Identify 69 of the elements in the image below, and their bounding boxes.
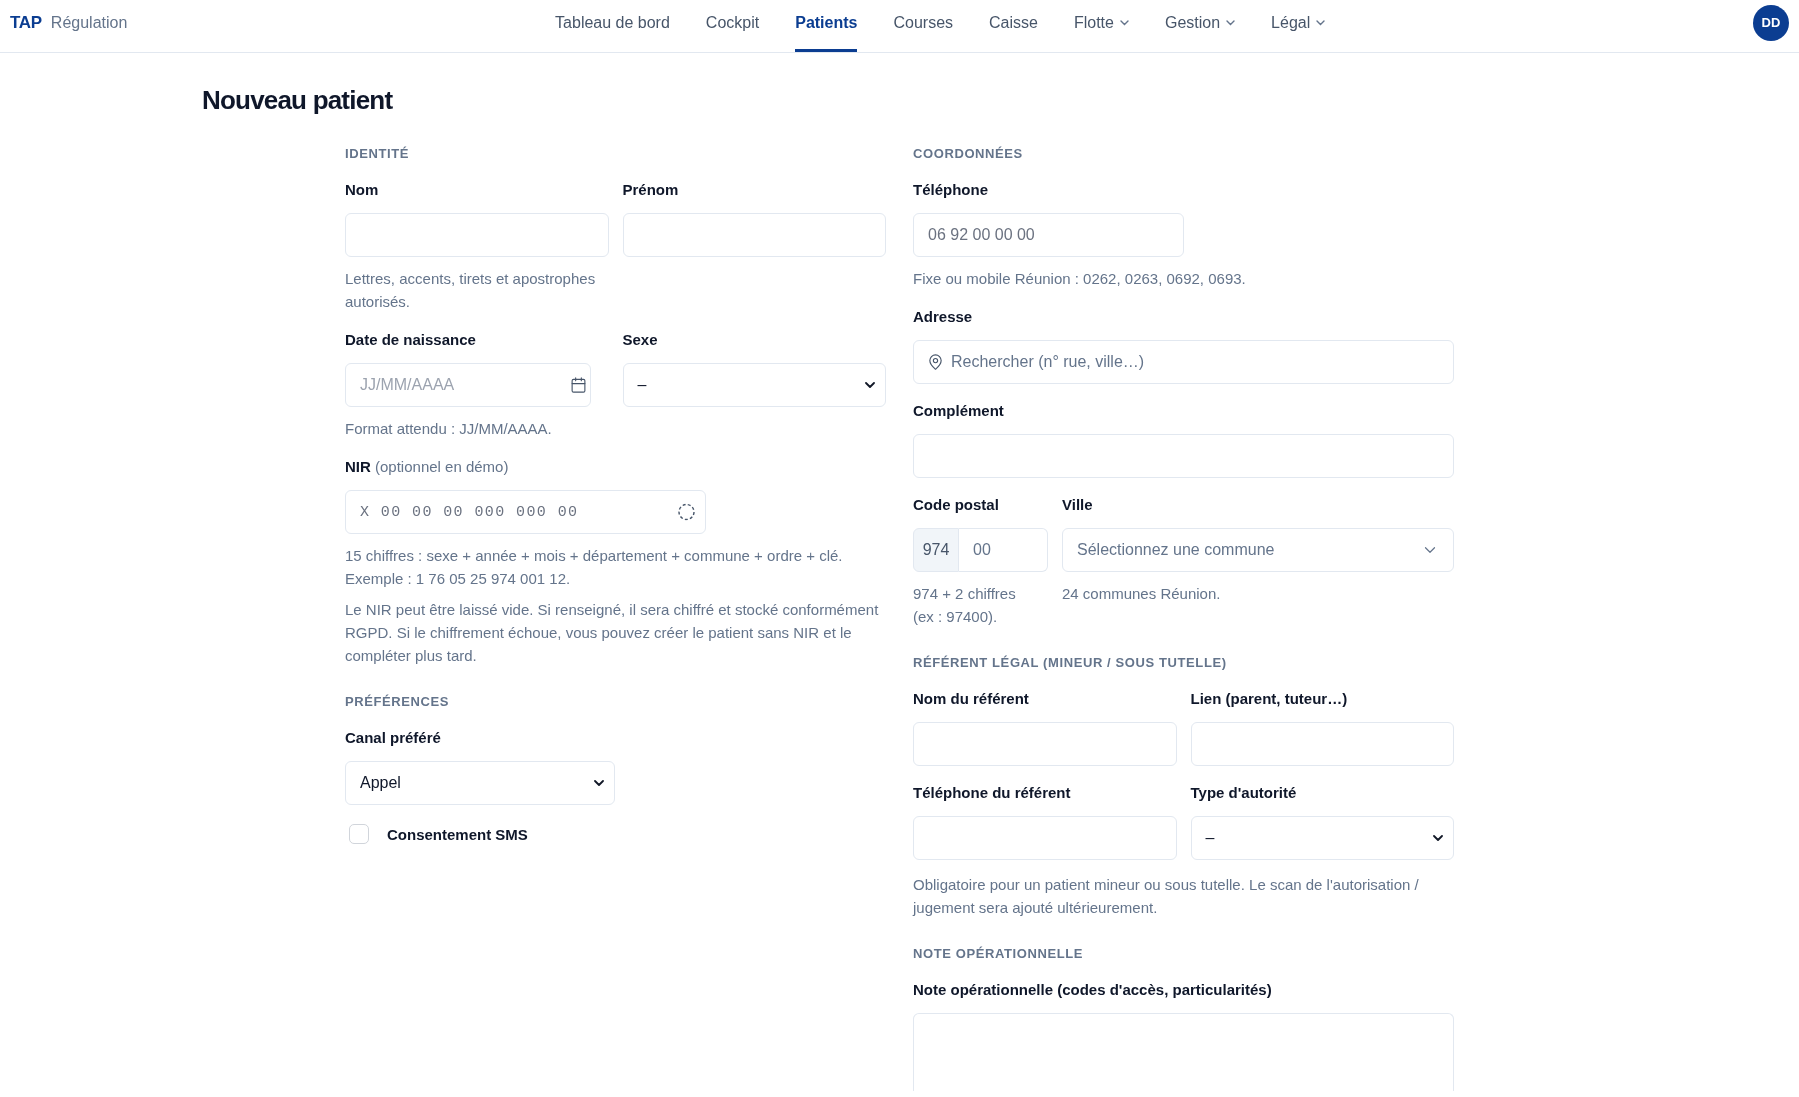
text-input[interactable]	[1190, 722, 1454, 766]
user-avatar[interactable]: DD	[1753, 4, 1789, 41]
help-text: Lettres, accents, tirets et apostrophes autorisés.	[345, 269, 597, 312]
select-dropdown[interactable]: Appel	[345, 761, 615, 805]
nav-tab[interactable]: Caisse	[989, 0, 1038, 52]
nav-tab[interactable]: Gestion	[1164, 0, 1236, 52]
section-heading: PRÉFÉRENCES	[345, 694, 450, 710]
brand-name: TAP	[10, 12, 42, 33]
chevron-down-icon	[1316, 19, 1326, 26]
field-label: Téléphone du référent	[913, 783, 1071, 803]
postal-code-input[interactable]: 00	[959, 528, 1048, 572]
checkbox[interactable]	[349, 824, 369, 844]
dashed-circle-icon	[678, 503, 695, 521]
address-search-input[interactable]: Rechercher (n° rue, ville…)	[913, 340, 1454, 384]
field-label: Nom	[345, 180, 379, 200]
brand-subtitle: Régulation	[50, 13, 128, 32]
section-heading: NOTE OPÉRATIONNELLE	[913, 946, 1084, 962]
section-heading: IDENTITÉ	[345, 146, 410, 162]
date-input[interactable]: JJ/MM/AAAA	[345, 363, 591, 407]
section-heading: RÉFÉRENT LÉGAL (MINEUR / SOUS TUTELLE)	[913, 655, 1227, 671]
field-label: Téléphone	[913, 180, 988, 200]
nav-tab[interactable]: Patients	[795, 0, 858, 52]
text-input[interactable]	[345, 213, 609, 257]
field-label: Complément	[913, 401, 1004, 421]
nav-tab[interactable]: Courses	[893, 0, 954, 52]
field-label: Lien (parent, tuteur…)	[1190, 689, 1348, 709]
nav-tab[interactable]: Flotte	[1073, 0, 1129, 52]
field-label: NIR (optionnel en démo)	[345, 457, 509, 477]
chevron-down-icon	[594, 780, 604, 786]
select-dropdown[interactable]: –	[1190, 816, 1454, 860]
help-text: 24 communes Réunion.	[1062, 584, 1221, 604]
checkbox-label: Consentement SMS	[387, 825, 528, 843]
field-label: Type d'autorité	[1190, 783, 1297, 803]
chevron-down-icon	[1119, 19, 1129, 26]
page-title: Nouveau patient	[202, 84, 393, 116]
text-input[interactable]	[913, 722, 1177, 766]
help-text: 15 chiffres : sexe + année + mois + département + commune + ordre + clé. Exemple : 1 76 05 25 974 001 12.	[345, 546, 844, 589]
select-dropdown[interactable]: –	[622, 363, 886, 407]
field-label: Canal préféré	[345, 728, 441, 748]
section-heading: COORDONNÉES	[913, 146, 1023, 162]
note-textarea[interactable]	[913, 1013, 1454, 1091]
field-label: Code postal	[913, 495, 999, 515]
phone-input[interactable]: 06 92 00 00 00	[913, 213, 1184, 257]
chevron-down-icon	[1226, 19, 1236, 26]
postal-prefix: 974	[913, 528, 959, 572]
field-label: Adresse	[913, 307, 973, 327]
combobox-field[interactable]: Sélectionnez une commune	[1062, 528, 1454, 572]
help-text: Fixe ou mobile Réunion : 0262, 0263, 0692, 0693.	[913, 269, 1246, 289]
field-label: Prénom	[622, 180, 679, 200]
text-input[interactable]	[622, 213, 886, 257]
calendar-icon	[569, 376, 587, 394]
field-label: Date de naissance	[345, 330, 476, 350]
help-text: Le NIR peut être laissé vide. Si renseigné, il sera chiffré et stocké conformément RGPD. Si le chiffrement échoue, vous pouvez créer le patient sans NIR et le compléter plus tard.	[345, 600, 880, 666]
chevron-down-icon	[1433, 835, 1443, 841]
help-text: 974 + 2 chiffres (ex : 97400).	[913, 584, 1017, 627]
nav-tab[interactable]: Légal	[1271, 0, 1326, 52]
field-label: Sexe	[622, 330, 658, 350]
field-label: Nom du référent	[913, 689, 1029, 709]
nav-tab[interactable]: Tableau de bord	[555, 0, 670, 52]
map-pin-icon	[927, 353, 944, 371]
help-text: Obligatoire pour un patient mineur ou sous tutelle. Le scan de l'autorisation / jugement sera ajouté ultérieurement.	[913, 875, 1420, 918]
text-input[interactable]	[913, 434, 1454, 478]
text-input[interactable]	[913, 816, 1177, 860]
chevron-down-icon	[865, 382, 875, 388]
field-label: Ville	[1062, 495, 1093, 515]
field-label: Note opérationnelle (codes d'accès, particularités)	[913, 980, 1272, 1000]
help-text: Format attendu : JJ/MM/AAAA.	[345, 419, 552, 439]
nav-tab[interactable]: Cockpit	[705, 0, 760, 52]
nir-input[interactable]: X 00 00 00 000 000 00	[345, 490, 706, 534]
